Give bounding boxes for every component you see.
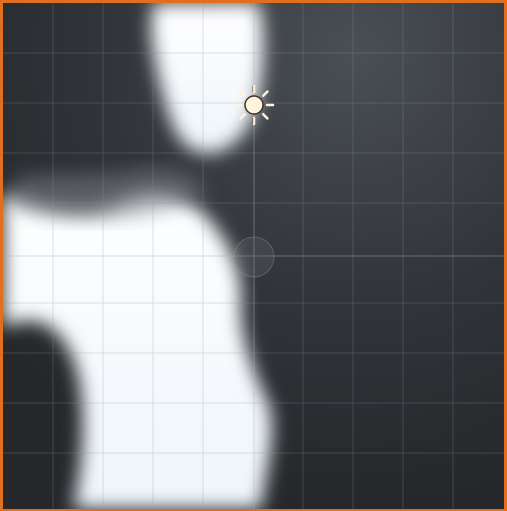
sun-icon[interactable] [233, 84, 275, 126]
pivot-handle[interactable] [233, 236, 275, 278]
scene-viewport[interactable] [0, 0, 507, 511]
scene-canvas[interactable] [3, 3, 504, 509]
